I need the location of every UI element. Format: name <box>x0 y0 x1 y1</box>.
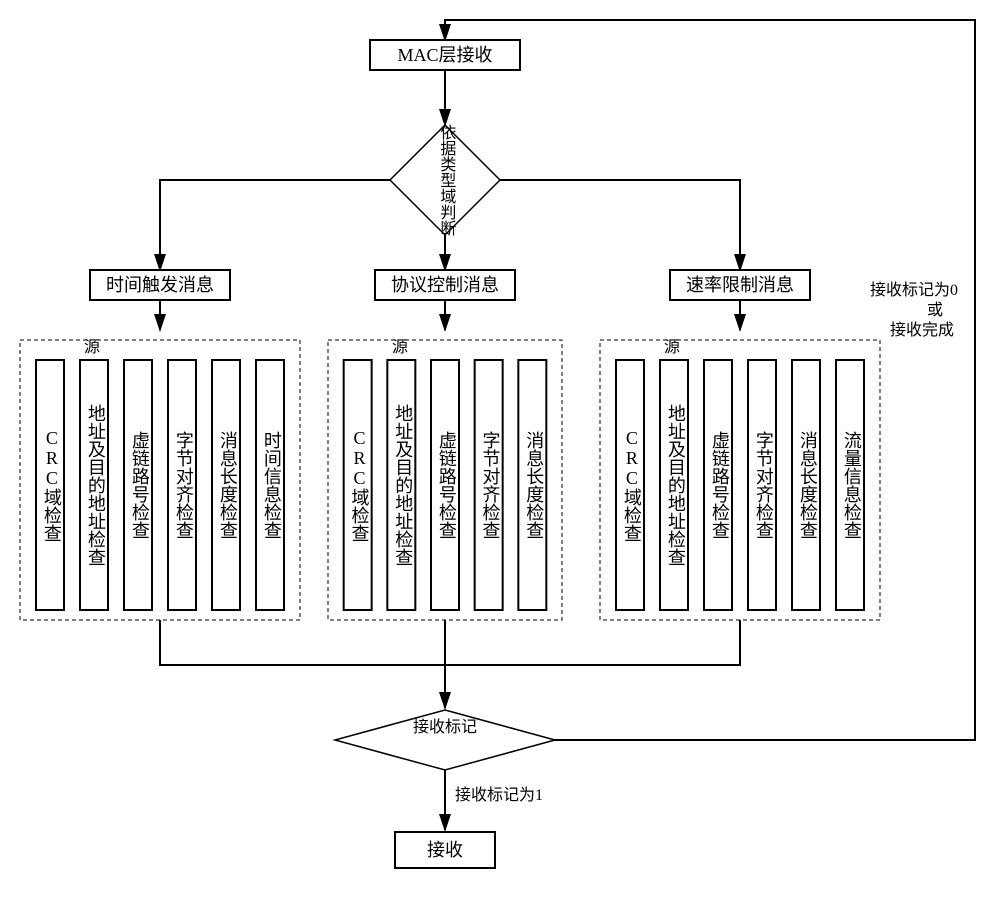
checks-cols-right: CRC域检查 地址及目的地址检查 虚链路号检查 字节对齐检查 消息长度检查 流量信息检查 <box>616 360 864 610</box>
feedback-note-3: 接收完成 <box>890 321 954 339</box>
group-left-label: 源 <box>84 338 100 356</box>
check-col-label: 地址及目的地址检查 <box>666 404 686 566</box>
feedback-note-2: 或 <box>927 301 943 319</box>
check-col-label: 字节对齐检查 <box>481 431 501 539</box>
check-col-label: 流量信息检查 <box>842 431 862 539</box>
check-col-label: 虚链路号检查 <box>437 431 457 539</box>
branch-mid-label: 协议控制消息 <box>391 275 499 295</box>
check-col-label: 地址及目的地址检查 <box>86 404 106 566</box>
type-decision-label: 依据类型域判断 <box>437 124 456 236</box>
checks-cols-left: CRC域检查 地址及目的地址检查 虚链路号检查 字节对齐检查 消息长度检查 时间信息检查 <box>36 360 284 610</box>
check-col-label: 消息长度检查 <box>798 431 818 539</box>
check-col-label: CRC域检查 <box>622 428 642 542</box>
check-col-label: 消息长度检查 <box>218 431 238 539</box>
edge-to-left <box>160 180 390 270</box>
check-col-label: 字节对齐检查 <box>174 431 194 539</box>
check-col-label: CRC域检查 <box>42 428 62 542</box>
flowchart-diagram: MAC层接收 依据类型域判断 时间触发消息 协议控制消息 速率限制消息 接收标记… <box>0 0 1000 897</box>
check-col-label: 虚链路号检查 <box>710 431 730 539</box>
check-col-label: 地址及目的地址检查 <box>393 404 413 566</box>
mac-label: MAC层接收 <box>397 45 492 65</box>
edge-to-right <box>500 180 740 270</box>
recv-mark-1-label: 接收标记为1 <box>455 786 543 804</box>
recv-mark-label: 接收标记 <box>400 718 490 738</box>
checks-cols-mid: CRC域检查 地址及目的地址检查 虚链路号检查 字节对齐检查 消息长度检查 <box>344 360 547 610</box>
check-col-label: 时间信息检查 <box>262 431 282 539</box>
branch-right-label: 速率限制消息 <box>686 275 794 295</box>
check-col-label: 虚链路号检查 <box>130 431 150 539</box>
feedback-note-1: 接收标记为0 <box>870 281 958 299</box>
merge-rail <box>160 620 740 665</box>
group-right-label: 源 <box>664 338 680 356</box>
group-mid-label: 源 <box>392 338 408 356</box>
check-col-label: CRC域检查 <box>350 428 370 542</box>
recv-label: 接收 <box>427 840 463 860</box>
check-col-label: 消息长度检查 <box>524 431 544 539</box>
branch-left-label: 时间触发消息 <box>106 275 214 295</box>
check-col-label: 字节对齐检查 <box>754 431 774 539</box>
